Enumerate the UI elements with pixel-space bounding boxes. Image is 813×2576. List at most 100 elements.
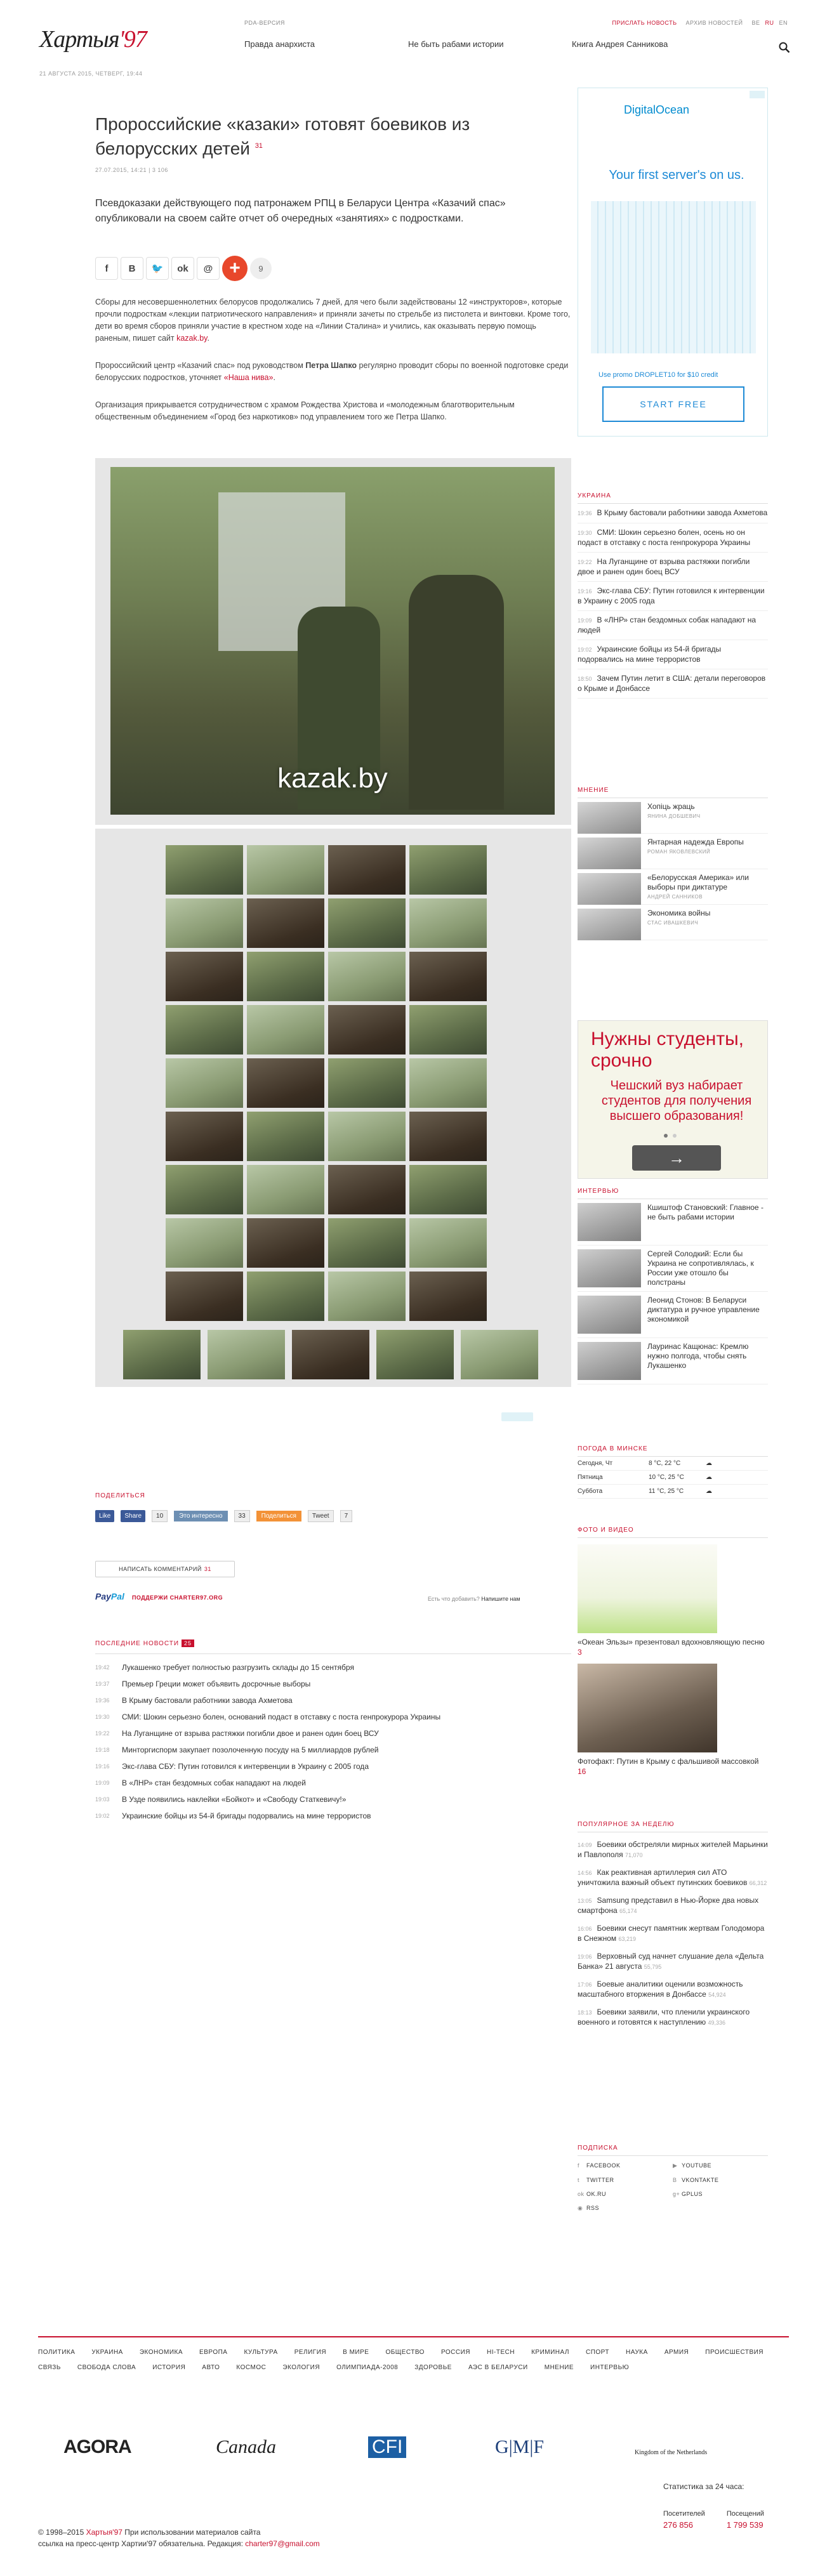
latest-news-item[interactable]: 19:42 Лукашенко требует полностью разгруз… bbox=[95, 1659, 571, 1676]
ukraine-news-item[interactable]: 19:30 СМИ: Шокин серьезно болен, осень но… bbox=[578, 523, 768, 553]
gallery-thumbnail[interactable] bbox=[328, 1165, 406, 1214]
news-title[interactable]: Премьер Греции может объявить досрочные … bbox=[122, 1679, 310, 1688]
partner-logo[interactable]: AGORA bbox=[63, 2436, 132, 2458]
gallery-thumbnail[interactable] bbox=[208, 1330, 285, 1379]
ukraine-news-item[interactable]: 19:16 Экс-глава СБУ: Путин готовился к ин… bbox=[578, 582, 768, 611]
interview-item[interactable]: Лауринас Кащюнас: Кремлю нужно полгода, … bbox=[578, 1338, 768, 1384]
paypal-support[interactable]: PayPal ПОДДЕРЖИ CHARTER97.ORG bbox=[95, 1591, 223, 1601]
gallery-thumbnail[interactable] bbox=[166, 845, 243, 895]
gallery-thumbnail[interactable] bbox=[247, 1005, 324, 1055]
email-link[interactable]: charter97@gmail.com bbox=[245, 2539, 320, 2548]
popular-item[interactable]: 16:06 Боевики снесут памятник жертвам Гол… bbox=[578, 1920, 768, 1948]
photo-thumb[interactable] bbox=[578, 1664, 717, 1752]
latest-news-item[interactable]: 19:37 Премьер Греции может объявить досро… bbox=[95, 1676, 571, 1692]
gallery-thumbnail[interactable] bbox=[166, 898, 243, 948]
photo-caption[interactable]: Фотофакт: Путин в Крыму с фальшивой масс… bbox=[578, 1756, 768, 1777]
gallery-thumbnail[interactable] bbox=[409, 845, 487, 895]
gallery-thumbnail[interactable] bbox=[247, 1218, 324, 1268]
lang-be[interactable]: BE bbox=[751, 20, 760, 26]
news-title[interactable]: Украинские бойцы из 54-й бригады подорва… bbox=[578, 645, 721, 664]
opinion-item[interactable]: «Белорусская Америка» или выборы при дик… bbox=[578, 869, 768, 905]
footer-nav-link[interactable]: КОСМОС bbox=[236, 2364, 266, 2371]
interview-title[interactable]: Лауринас Кащюнас: Кремлю нужно полгода, … bbox=[647, 1342, 768, 1380]
partner-logo[interactable]: G|M|F bbox=[495, 2436, 544, 2458]
interview-item[interactable]: Леонид Стонов: В Беларуси диктатура и ру… bbox=[578, 1292, 768, 1338]
news-title[interactable]: В Крыму бастовали работники завода Ахмет… bbox=[122, 1696, 293, 1705]
footer-nav-link[interactable]: ЭКОЛОГИЯ bbox=[282, 2364, 320, 2371]
interview-item[interactable]: Кшиштоф Становский: Главное - не быть ра… bbox=[578, 1199, 768, 1245]
footer-nav-link[interactable]: ИНТЕРВЬЮ bbox=[590, 2364, 629, 2371]
gallery-thumbnail[interactable] bbox=[166, 1112, 243, 1161]
gallery-thumbnail[interactable] bbox=[409, 1272, 487, 1321]
gallery-thumbnail[interactable] bbox=[328, 845, 406, 895]
search-icon[interactable] bbox=[779, 42, 790, 53]
gallery-thumbnail[interactable] bbox=[328, 1112, 406, 1161]
facebook-share-icon[interactable]: f bbox=[95, 257, 118, 280]
subscribe-twitter[interactable]: t TWITTER bbox=[578, 2177, 673, 2183]
footer-nav-link[interactable]: ЗДОРОВЬЕ bbox=[414, 2364, 452, 2371]
footer-nav-link[interactable]: ЕВРОПА bbox=[199, 2349, 227, 2356]
opinion-item[interactable]: Янтарная надежда Европы РОМАН ЯКОВЛЕВСКИЙ bbox=[578, 834, 768, 869]
tweet-button[interactable]: Tweet bbox=[307, 1510, 334, 1522]
latest-news-item[interactable]: 19:16 Экс-глава СБУ: Путин готовился к ин… bbox=[95, 1758, 571, 1775]
interview-item[interactable]: Сергей Солодкий: Если бы Украина не сопр… bbox=[578, 1245, 768, 1292]
gallery-thumbnail[interactable] bbox=[409, 1058, 487, 1108]
gallery-thumbnail[interactable] bbox=[166, 1165, 243, 1214]
ukraine-news-item[interactable]: 19:36 В Крыму бастовали работники завода … bbox=[578, 504, 768, 523]
gallery-thumbnail[interactable] bbox=[328, 1272, 406, 1321]
gallery-thumbnail[interactable] bbox=[409, 1005, 487, 1055]
ukraine-news-item[interactable]: 19:22 На Луганщине от взрыва растяжки пог… bbox=[578, 553, 768, 582]
footer-nav-link[interactable]: В МИРЕ bbox=[343, 2349, 369, 2356]
news-title[interactable]: Верховный суд начнет слушание дела «Дель… bbox=[578, 1952, 763, 1971]
pda-version-link[interactable]: PDA-ВЕРСИЯ bbox=[244, 20, 285, 26]
news-title[interactable]: Боевики обстреляли мирных жителей Марьин… bbox=[578, 1840, 768, 1859]
footer-nav-link[interactable]: НАУКА bbox=[626, 2349, 648, 2356]
site-logo[interactable]: Хартыя'97 bbox=[39, 25, 147, 53]
gallery-thumbnail[interactable] bbox=[166, 1058, 243, 1108]
news-title[interactable]: Samsung представил в Нью-Йорке два новых… bbox=[578, 1896, 758, 1915]
gallery-thumbnail[interactable] bbox=[247, 1112, 324, 1161]
top-nav-item[interactable]: Правда анархиста bbox=[244, 39, 408, 49]
news-title[interactable]: Украинские бойцы из 54-й бригады подорва… bbox=[122, 1811, 371, 1820]
news-title[interactable]: В Крыму бастовали работники завода Ахмет… bbox=[597, 508, 768, 517]
news-title[interactable]: СМИ: Шокин серьезно болен, оснований под… bbox=[122, 1712, 440, 1721]
latest-news-item[interactable]: 19:30 СМИ: Шокин серьезно болен, основани… bbox=[95, 1709, 571, 1725]
gallery-thumbnail[interactable] bbox=[328, 898, 406, 948]
popular-item[interactable]: 19:06 Верховный суд начнет слушание дела … bbox=[578, 1948, 768, 1976]
gallery-thumbnail[interactable] bbox=[409, 898, 487, 948]
subscribe-ok-ru[interactable]: ok OK.RU bbox=[578, 2191, 673, 2197]
gallery-thumbnail[interactable] bbox=[409, 1112, 487, 1161]
opinion-title[interactable]: Янтарная надежда Европы bbox=[647, 838, 744, 847]
gallery-thumbnail[interactable] bbox=[409, 1165, 487, 1214]
digitalocean-ad[interactable]: DigitalOcean Your first server's on us. … bbox=[578, 88, 768, 437]
popular-item[interactable]: 13:05 Samsung представил в Нью-Йорке два … bbox=[578, 1892, 768, 1920]
ukraine-news-item[interactable]: 19:02 Украинские бойцы из 54-й бригады по… bbox=[578, 640, 768, 669]
footer-nav-link[interactable]: ИСТОРИЯ bbox=[152, 2364, 185, 2371]
interview-title[interactable]: Кшиштоф Становский: Главное - не быть ра… bbox=[647, 1203, 768, 1241]
footer-nav-link[interactable]: ОБЩЕСТВО bbox=[385, 2349, 425, 2356]
gallery-thumbnail[interactable] bbox=[247, 1165, 324, 1214]
news-title[interactable]: Лукашенко требует полностью разгрузить с… bbox=[122, 1663, 354, 1672]
fb-share-button[interactable]: Share bbox=[121, 1510, 146, 1522]
footer-nav-link[interactable]: РОССИЯ bbox=[441, 2349, 470, 2356]
gallery-thumbnail[interactable] bbox=[247, 952, 324, 1001]
popular-item[interactable]: 17:06 Боевые аналитики оценили возможност… bbox=[578, 1976, 768, 2004]
lang-ru[interactable]: RU bbox=[765, 20, 774, 26]
interview-title[interactable]: Сергей Солодкий: Если бы Украина не сопр… bbox=[647, 1249, 768, 1287]
footer-nav-link[interactable]: РЕЛИГИЯ bbox=[294, 2349, 326, 2356]
news-title[interactable]: Минторгиспорм закупает позолоченную посу… bbox=[122, 1745, 379, 1754]
popular-item[interactable]: 18:13 Боевики заявили, что пленили украин… bbox=[578, 2004, 768, 2032]
gallery-thumbnail[interactable] bbox=[328, 1058, 406, 1108]
send-news-link[interactable]: ПРИСЛАТЬ НОВОСТЬ bbox=[612, 20, 677, 26]
opinion-item[interactable]: Хопіць жраць ЯНИНА ДОБШЕВИЧ bbox=[578, 798, 768, 834]
source-link[interactable]: «Наша нива» bbox=[224, 373, 274, 382]
write-comment-button[interactable]: НАПИСАТЬ КОММЕНТАРИЙ 31 bbox=[95, 1561, 235, 1577]
ad-arrow-button[interactable]: → bbox=[632, 1145, 721, 1171]
interesting-button[interactable]: Это интересно bbox=[174, 1511, 228, 1521]
footer-nav-link[interactable]: СВОБОДА СЛОВА bbox=[77, 2364, 136, 2371]
latest-news-item[interactable]: 19:36 В Крыму бастовали работники завода … bbox=[95, 1692, 571, 1709]
ukraine-news-item[interactable]: 18:50 Зачем Путин летит в США: детали пер… bbox=[578, 669, 768, 699]
opinion-title[interactable]: Хопіць жраць bbox=[647, 802, 701, 812]
latest-news-item[interactable]: 19:02 Украинские бойцы из 54-й бригады по… bbox=[95, 1808, 571, 1824]
lang-en[interactable]: EN bbox=[779, 20, 788, 26]
